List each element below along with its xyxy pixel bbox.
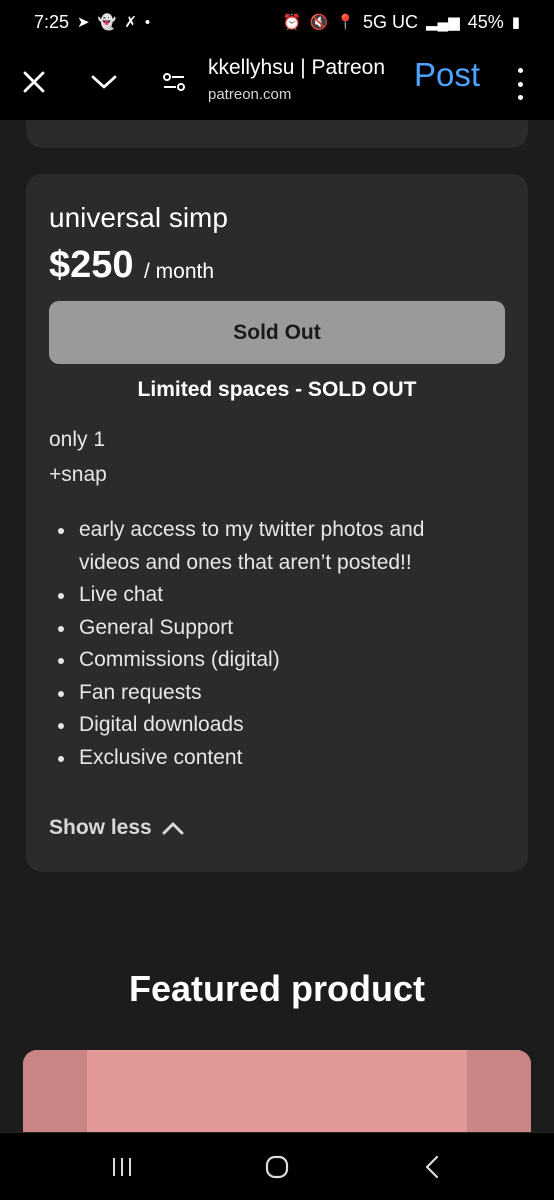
tier-description-line: +snap [49, 463, 107, 486]
home-icon [265, 1155, 289, 1179]
previous-tier-card [26, 120, 528, 148]
dot-icon [517, 68, 523, 73]
location-icon: 📍 [336, 13, 355, 31]
product-image-edge [467, 1050, 531, 1132]
post-button[interactable]: Post [414, 56, 480, 94]
status-bar: 7:25 ➤ 👻 ✗ • ⏰ 🔇 📍 5G UC ▂▄▆ 45% ▮ [0, 0, 554, 46]
limited-spaces-text: Limited spaces - SOLD OUT [137, 378, 417, 401]
benefit-item: Live chat [49, 579, 489, 612]
tier-period: / month [144, 260, 215, 283]
battery-icon: ▮ [511, 13, 520, 31]
benefit-item: General Support [49, 612, 489, 645]
recent-apps-icon [113, 1158, 131, 1176]
featured-product-card[interactable] [23, 1050, 531, 1132]
system-navigation-bar [0, 1132, 554, 1200]
product-image-edge [23, 1050, 87, 1132]
recent-apps-button[interactable] [102, 1149, 142, 1185]
sold-out-button[interactable]: Sold Out [49, 301, 505, 364]
dot-icon: • [144, 13, 151, 31]
dot-icon [517, 81, 523, 87]
chevron-down-icon [91, 75, 117, 89]
page-content[interactable]: universal simp $250 / month Sold Out Lim… [0, 120, 554, 1132]
tier-name: universal simp [49, 202, 228, 233]
tier-description-line: only 1 [49, 428, 106, 451]
show-less-label: Show less [49, 816, 152, 839]
more-options-button[interactable] [508, 64, 532, 104]
back-icon [425, 1155, 439, 1179]
benefit-item: Fan requests [49, 677, 489, 710]
benefit-item: Digital downloads [49, 709, 489, 742]
tune-icon [163, 73, 185, 91]
featured-product-heading: Featured product [128, 968, 425, 1009]
close-icon [23, 71, 45, 93]
alarm-icon: ⏰ [282, 13, 302, 31]
tier-card: universal simp $250 / month Sold Out Lim… [26, 174, 528, 872]
page-title: kkellyhsu | Patreon [208, 56, 386, 79]
back-button[interactable] [412, 1149, 452, 1185]
battery-percent: 45% [467, 12, 504, 32]
status-right: ⏰ 🔇 📍 5G UC ▂▄▆ 45% ▮ [283, 12, 520, 33]
status-time: 7:25 [34, 12, 70, 32]
browser-toolbar: kkellyhsu | Patreon patreon.com Post [0, 46, 554, 120]
navigation-arrow-icon: ➤ [77, 13, 90, 31]
mute-icon: 🔇 [309, 13, 329, 31]
network-label: 5G UC [362, 12, 418, 32]
tier-price: $250 [49, 244, 134, 286]
chevron-up-icon [162, 822, 184, 835]
notification-icon: ✗ [124, 13, 137, 31]
snapchat-icon: 👻 [97, 13, 117, 31]
status-left: 7:25 ➤ 👻 ✗ • [34, 12, 150, 33]
minimize-button[interactable] [82, 60, 126, 104]
benefits-list: early access to my twitter photos and vi… [49, 514, 489, 774]
page-url: patreon.com [208, 86, 292, 103]
close-button[interactable] [12, 60, 56, 104]
benefit-item: Exclusive content [49, 742, 489, 775]
site-settings-button[interactable] [152, 60, 196, 104]
show-less-button[interactable]: Show less [49, 816, 184, 840]
signal-icon: ▂▄▆ [426, 13, 460, 31]
benefit-item: early access to my twitter photos and vi… [49, 514, 489, 579]
dot-icon [517, 95, 523, 100]
benefit-item: Commissions (digital) [49, 644, 489, 677]
home-button[interactable] [257, 1149, 297, 1185]
